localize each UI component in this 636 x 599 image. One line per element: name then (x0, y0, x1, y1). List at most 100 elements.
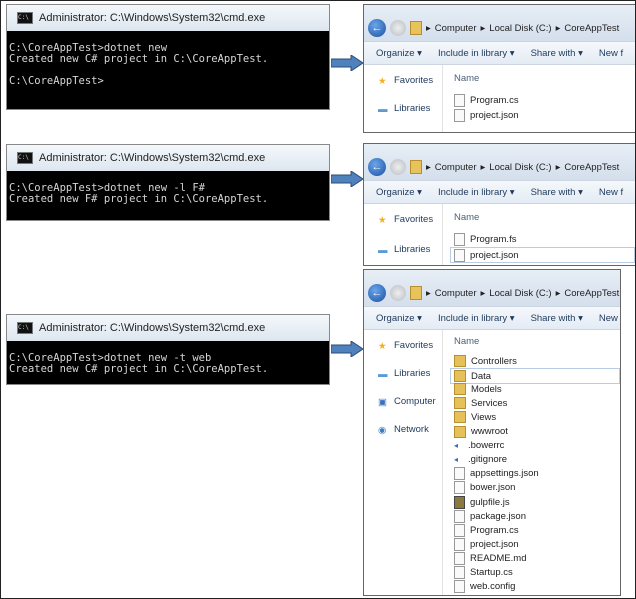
nav-item-libraries[interactable]: ▬ Libraries (378, 244, 430, 256)
folder-icon (454, 383, 466, 396)
breadcrumb-item[interactable]: Computer (435, 23, 477, 34)
file-icon (454, 580, 465, 594)
file-item[interactable]: ◂ .bowerrc (454, 439, 620, 453)
file-item[interactable]: appsettings.json (454, 467, 620, 481)
file-item[interactable]: Models (454, 382, 620, 396)
nav-item-label: Favorites (394, 340, 434, 351)
breadcrumb-item[interactable]: CoreAppTest (564, 23, 619, 34)
nav-item-computer[interactable]: ▣ Computer (378, 396, 436, 408)
file-item[interactable]: gulpfile.js (454, 495, 620, 509)
file-icon (454, 232, 465, 246)
file-name: project.json (470, 538, 519, 550)
breadcrumb-separator-icon: ▸ (426, 161, 431, 173)
folder-icon (410, 286, 422, 300)
toolbar-button[interactable]: Organize ▾ (376, 48, 422, 59)
nav-item-network[interactable]: ◉ Network (378, 424, 429, 436)
column-header-name[interactable]: Name (454, 73, 479, 84)
breadcrumb-item[interactable]: Computer (435, 162, 477, 173)
breadcrumb-item[interactable]: Local Disk (C:) (489, 23, 551, 34)
forward-button[interactable] (390, 20, 406, 36)
cmd-title: Administrator: C:\Windows\System32\cmd.e… (39, 12, 266, 24)
file-icon (454, 481, 465, 495)
file-name: bower.json (470, 482, 516, 494)
toolbar-button[interactable]: Organize ▾ (376, 313, 422, 324)
file-icon (454, 93, 465, 107)
explorer-content: ★ Favorites ▬ Libraries ▣ Computer ◉ Network Nam… (364, 330, 620, 595)
file-icon (454, 495, 465, 509)
file-name: Startup.cs (470, 567, 513, 578)
cmd-console[interactable]: C:\CoreAppTest>dotnet new -l F# Created n… (7, 171, 329, 205)
file-icon (454, 108, 465, 122)
file-name: gulpfile.js (470, 496, 510, 508)
breadcrumb-separator-icon: ▸ (426, 287, 431, 299)
screenshot-collage: C:\ Administrator: C:\Windows\System32\cm… (0, 0, 636, 599)
file-name: Controllers (471, 355, 517, 367)
back-button[interactable]: ← (368, 158, 386, 176)
file-name: wwwroot (471, 426, 508, 437)
file-icon (454, 566, 465, 579)
toolbar-button[interactable]: Share with ▾ (531, 187, 583, 198)
breadcrumb-item[interactable]: Local Disk (C:) (489, 288, 551, 299)
file-item[interactable]: Program.cs (454, 93, 635, 107)
file-item[interactable]: Views (454, 410, 620, 424)
file-item[interactable]: web.config (454, 580, 620, 594)
toolbar-button[interactable]: Include in library ▾ (438, 187, 515, 198)
toolbar-button[interactable]: New fo (599, 313, 620, 324)
toolbar-button[interactable]: Organize ▾ (376, 187, 422, 198)
file-item[interactable]: wwwroot (454, 425, 620, 439)
folder-icon (410, 160, 422, 174)
file-item[interactable]: README.md (454, 551, 620, 565)
breadcrumb-item[interactable]: Computer (435, 288, 477, 299)
breadcrumb-item[interactable]: Local Disk (C:) (489, 162, 551, 173)
console-line: Created new C# project in C:\CoreAppTest… (9, 53, 269, 65)
console-line: C:\CoreAppTest> (9, 75, 104, 87)
column-header-name[interactable]: Name (454, 336, 479, 347)
file-item[interactable]: Program.fs (454, 232, 635, 246)
nav-item-libraries[interactable]: ▬ Libraries (378, 368, 430, 380)
forward-button[interactable] (390, 285, 406, 301)
toolbar-button[interactable]: Share with ▾ (531, 48, 583, 59)
arrow-icon (330, 340, 364, 358)
cmd-title-bar: C:\ Administrator: C:\Windows\System32\cm… (7, 145, 329, 171)
forward-button[interactable] (390, 159, 406, 175)
file-item[interactable]: bower.json (454, 481, 620, 495)
back-button[interactable]: ← (368, 19, 386, 37)
cmd-icon: C:\ (17, 152, 33, 164)
file-item[interactable]: project.json (450, 247, 635, 263)
file-icon (454, 248, 465, 262)
file-item[interactable]: Services (454, 396, 620, 410)
libraries-icon: ▬ (378, 368, 388, 380)
explorer-content: ★ Favorites ▬ Libraries Name Program.fs projec… (364, 204, 635, 265)
file-icon (454, 509, 465, 523)
toolbar-button[interactable]: New f (599, 187, 623, 198)
file-item[interactable]: project.json (454, 537, 620, 551)
toolbar-button[interactable]: New f (599, 48, 623, 59)
file-item[interactable]: project.json (454, 108, 635, 122)
nav-item-favorites[interactable]: ★ Favorites (378, 340, 434, 352)
explorer-window: ← ▸ Computer ▸ Local Disk (C:) ▸ CoreAppTest Or… (363, 143, 635, 266)
nav-item-favorites[interactable]: ★ Favorites (378, 75, 433, 87)
nav-item-libraries[interactable]: ▬ Libraries (378, 103, 430, 115)
file-item[interactable]: Startup.cs (454, 566, 620, 580)
toolbar-button[interactable]: Share with ▾ (531, 313, 583, 324)
address-bar: ← ▸ Computer ▸ Local Disk (C:) ▸ CoreAppTest (364, 5, 635, 41)
toolbar-button[interactable]: Include in library ▾ (438, 313, 515, 324)
cmd-console[interactable]: C:\CoreAppTest>dotnet new Created new C# … (7, 31, 329, 87)
file-item[interactable]: package.json (454, 509, 620, 523)
breadcrumb-item[interactable]: CoreAppTest (564, 288, 619, 299)
file-item[interactable]: Controllers (454, 354, 620, 368)
file-item[interactable]: Program.cs (454, 523, 620, 537)
nav-item-favorites[interactable]: ★ Favorites (378, 214, 433, 226)
arrow-icon (330, 54, 364, 72)
file-name: Program.fs (470, 233, 517, 245)
breadcrumb-item[interactable]: CoreAppTest (564, 162, 619, 173)
column-header-name[interactable]: Name (454, 212, 479, 223)
file-item[interactable]: ◂ .gitignore (454, 453, 620, 467)
toolbar-button[interactable]: Include in library ▾ (438, 48, 515, 59)
back-button[interactable]: ← (368, 284, 386, 302)
folder-icon (454, 370, 466, 383)
cmd-icon: C:\ (17, 322, 33, 334)
file-list: Name Controllers Data Models Services Views ww… (450, 330, 620, 595)
explorer-toolbar: Organize ▾ Include in library ▾ Share with… (364, 180, 635, 204)
cmd-console[interactable]: C:\CoreAppTest>dotnet new -t web Created … (7, 341, 329, 375)
